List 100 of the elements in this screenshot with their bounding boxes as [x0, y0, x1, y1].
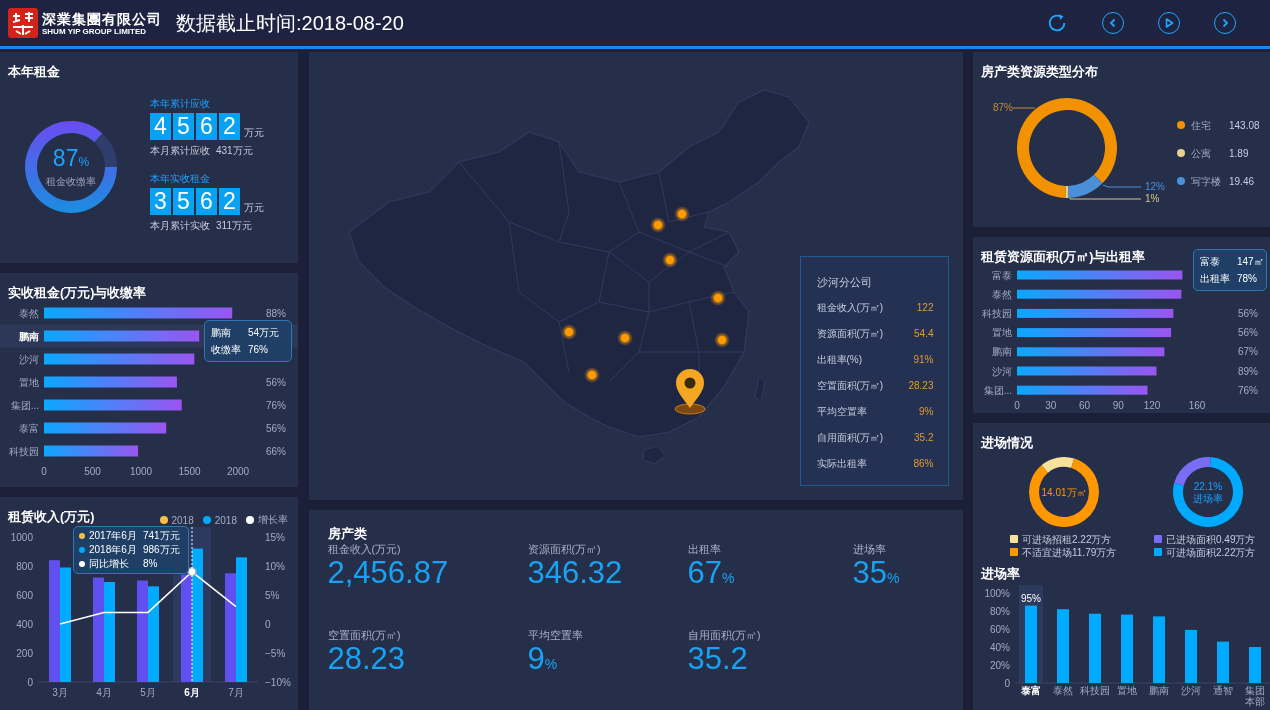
gauge-label: 租金收缴率	[45, 175, 97, 189]
counter-label: 本年实收租金	[150, 172, 211, 185]
category-label: 富泰	[992, 269, 1012, 281]
panel-title: 进场情况	[981, 436, 1033, 450]
legend-value: 143.08	[1229, 119, 1260, 131]
rate-label: 89%	[1238, 365, 1258, 377]
axis-label: 20%	[990, 659, 1010, 671]
category-label: 鹏南	[992, 346, 1012, 358]
legend-value: 1.89	[1229, 147, 1249, 159]
leader-line	[1012, 107, 1036, 109]
stat-label: 进场率	[852, 543, 887, 556]
axis-label: 0	[1004, 677, 1010, 689]
category-label: 集团...	[10, 399, 39, 411]
tooltip-label: 出租率	[1200, 272, 1231, 286]
legend-label: 写字楼	[1191, 175, 1221, 187]
category-label: 集团本部	[1244, 685, 1266, 707]
category-label: 泰然	[992, 288, 1012, 300]
category-label: 泰富	[1021, 685, 1041, 698]
stat-value: 28.23	[327, 641, 406, 676]
axis-label: −5%	[265, 647, 286, 659]
bar	[1249, 647, 1261, 683]
axis-label: 1000	[10, 531, 33, 543]
rate-label: 56%	[266, 376, 286, 388]
tooltip-value: 986万元	[143, 543, 180, 557]
legend-value: 19.46	[1229, 175, 1255, 187]
rate-label: 66%	[266, 445, 286, 457]
axis-label: 800	[16, 560, 33, 572]
chevron-right-icon	[1220, 18, 1230, 28]
category-label: 鹏南	[1149, 685, 1169, 698]
tooltip-label: 2018年6月	[89, 543, 138, 557]
legend-label: 可进场面积2.22万方	[1166, 546, 1256, 558]
map-pin-icon	[674, 369, 705, 415]
panel-title: 租赁收入(万元)	[8, 510, 95, 524]
legend-label: 住宅	[1191, 119, 1211, 131]
info-value: 28.23	[908, 379, 934, 393]
info-value: 91%	[913, 353, 934, 367]
rate-label: 56%	[1238, 327, 1258, 339]
axis-label: 0	[41, 466, 47, 477]
stat-value: 35.2	[687, 641, 748, 676]
info-label: 资源面积(万㎡)	[816, 327, 884, 341]
value-label: 95%	[1021, 592, 1041, 604]
donut-center-label: 进场率	[1193, 492, 1223, 504]
stat-value: 35	[852, 555, 887, 590]
info-value: 35.2	[914, 431, 934, 445]
refresh-button[interactable]	[1046, 12, 1068, 34]
month-label: 本月累计实收	[150, 219, 210, 233]
gauge-value: 87	[52, 145, 79, 171]
axis-label: 0	[265, 618, 271, 630]
category-label: 沙河	[992, 365, 1012, 377]
category-label: 4月	[96, 687, 112, 698]
tooltip-value: 147㎡	[1237, 255, 1264, 269]
location-dot	[709, 290, 726, 306]
info-value: 54.4	[914, 327, 934, 341]
location-dot	[649, 217, 666, 233]
category-label: 科技园	[1080, 685, 1110, 698]
panel-title: 房产类资源类型分布	[981, 65, 1098, 79]
info-value: 86%	[913, 457, 934, 471]
info-label: 平均空置率	[816, 405, 867, 419]
category-label: 泰然	[1053, 685, 1073, 698]
value-label: 87%	[993, 102, 1013, 113]
value-label: 12%	[1145, 181, 1165, 192]
stat-unit: %	[887, 570, 900, 586]
bar	[1121, 614, 1133, 683]
tooltip-label: 鹏南	[211, 326, 232, 340]
axis-label: 40%	[990, 641, 1010, 653]
unit-label: 万元	[244, 126, 264, 140]
donut-center-label: 14.01万㎡	[1041, 486, 1087, 498]
axis-label: 160	[1188, 400, 1206, 411]
axis-label: 200	[16, 647, 33, 659]
legend-label: 增长率	[258, 513, 288, 527]
panel-title: 进场率	[981, 567, 1020, 581]
stat-value: 9	[527, 641, 545, 676]
stat-label: 空置面积(万㎡)	[327, 629, 402, 642]
company-name-en: SHUM YIP GROUP LIMITED	[42, 26, 147, 36]
category-label: 沙河	[1181, 685, 1201, 698]
chevron-left-icon	[1108, 18, 1118, 28]
axis-label: 500	[84, 466, 101, 477]
tooltip-value: 54万元	[248, 326, 280, 340]
legend-label: 2018	[171, 514, 194, 526]
stat-unit: %	[722, 570, 735, 586]
month-label: 本月累计应收	[150, 144, 210, 158]
leader-line	[1102, 184, 1142, 188]
legend-label: 公寓	[1191, 147, 1211, 159]
rate-label: 88%	[266, 307, 286, 319]
axis-label: 0	[27, 676, 33, 688]
category-label: 置地	[992, 327, 1012, 339]
stat-label: 自用面积(万㎡)	[687, 629, 762, 642]
counter-label: 本年累计应收	[150, 97, 211, 110]
info-label: 租金收入(万㎡)	[816, 301, 884, 315]
digit-tile: 5	[173, 113, 194, 140]
stat-label: 租金收入(万元)	[327, 543, 402, 556]
digit-tile: 6	[196, 188, 217, 215]
gauge-unit: %	[78, 155, 90, 169]
info-title: 沙河分公司	[816, 275, 873, 290]
logo-icon	[8, 8, 38, 38]
category-label: 泰富	[19, 422, 39, 434]
category-label: 6月	[184, 687, 200, 698]
rate-label: 67%	[1238, 346, 1258, 358]
header-title: 数据截止时间:2018-08-20	[176, 10, 404, 36]
donut-center-label: 22.1%	[1193, 480, 1223, 492]
